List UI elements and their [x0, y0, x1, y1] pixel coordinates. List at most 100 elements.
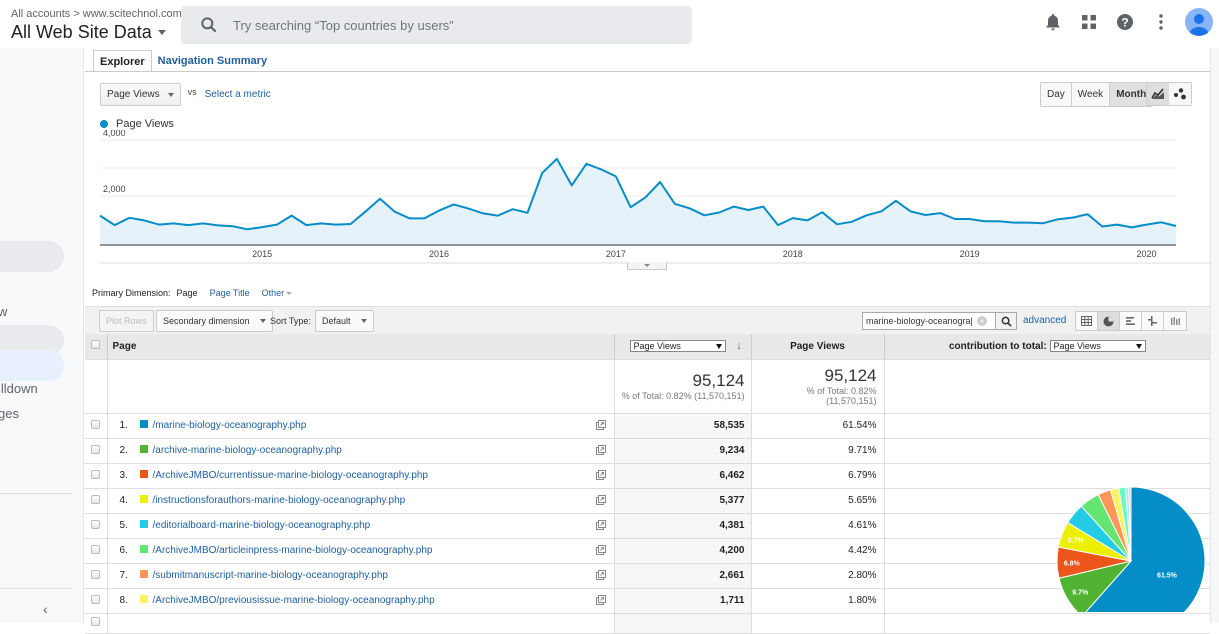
- metric-column-select[interactable]: Page Views: [630, 340, 726, 352]
- contribution-column-header: contribution to total: Page Views: [884, 334, 1210, 359]
- search-box[interactable]: [181, 6, 692, 44]
- row-checkbox[interactable]: [91, 545, 100, 554]
- contribution-label: contribution to total:: [949, 341, 1047, 352]
- percentage-view-button[interactable]: [1098, 312, 1120, 330]
- tab-navigation-summary[interactable]: Navigation Summary: [152, 50, 273, 72]
- series-color-swatch: [140, 470, 148, 478]
- motion-chart-icon: [1173, 88, 1187, 100]
- select-all-checkbox[interactable]: [91, 340, 100, 349]
- sidebar-item-overview[interactable]: w: [0, 304, 7, 319]
- sidebar-item-drilldown[interactable]: illdown: [0, 381, 38, 396]
- legend-dot-icon: [100, 120, 108, 128]
- series-color-swatch: [140, 420, 148, 428]
- open-page-icon[interactable]: [596, 520, 606, 530]
- page-views-value: 5,377: [614, 488, 751, 513]
- plot-rows-button[interactable]: Plot Rows: [99, 310, 154, 332]
- secondary-dimension-select[interactable]: Secondary dimension: [156, 310, 273, 332]
- row-checkbox-cell: [85, 463, 107, 488]
- page-link[interactable]: /ArchiveJMBO/previousissue-marine-biolog…: [153, 595, 435, 606]
- more-vert-icon[interactable]: [1151, 12, 1171, 32]
- advanced-filter-link[interactable]: advanced: [1023, 315, 1066, 326]
- page-link[interactable]: /archive-marine-biology-oceanography.php: [153, 445, 342, 456]
- open-page-icon[interactable]: [596, 570, 606, 580]
- collapse-sidebar-icon[interactable]: ‹: [43, 601, 48, 617]
- page-link[interactable]: /instructionsforauthors-marine-biology-o…: [153, 495, 406, 506]
- x-tick-label: 2015: [252, 249, 272, 259]
- open-page-icon[interactable]: [596, 495, 606, 505]
- page-link[interactable]: /ArchiveJMBO/articleinpress-marine-biolo…: [153, 545, 433, 556]
- row-checkbox[interactable]: [91, 595, 100, 604]
- chart-collapse-handle[interactable]: [627, 262, 667, 270]
- page-link[interactable]: /editorialboard-marine-biology-oceanogra…: [153, 520, 371, 531]
- percentage-value: 1.80%: [751, 588, 884, 613]
- performance-view-button[interactable]: [1120, 312, 1142, 330]
- apps-icon[interactable]: [1079, 12, 1099, 32]
- page-cell: 4./instructionsforauthors-marine-biology…: [107, 488, 614, 513]
- breadcrumb-property[interactable]: www.scitechnol.com: [83, 8, 182, 20]
- page-link[interactable]: /submitmanuscript-marine-biology-oceanog…: [153, 570, 389, 581]
- sort-descending-icon[interactable]: ↓: [736, 340, 742, 352]
- open-page-icon[interactable]: [596, 420, 606, 430]
- breadcrumb-accounts[interactable]: All accounts: [11, 8, 70, 20]
- percentage-value: 61.54%: [751, 413, 884, 438]
- page-views-column-header[interactable]: Page Views: [751, 334, 884, 359]
- term-cloud-view-button[interactable]: [1164, 312, 1186, 330]
- totals-label-cell: [107, 359, 614, 413]
- notifications-icon[interactable]: [1043, 12, 1063, 32]
- contribution-select[interactable]: Page Views: [1050, 340, 1146, 352]
- open-page-icon[interactable]: [596, 595, 606, 605]
- row-checkbox[interactable]: [91, 495, 100, 504]
- page-link[interactable]: /marine-biology-oceanography.php: [153, 420, 307, 431]
- sidebar-item-active[interactable]: [0, 350, 64, 381]
- account-avatar[interactable]: [1185, 8, 1213, 36]
- sidebar-divider: [0, 493, 72, 494]
- table-filter[interactable]: ×: [862, 312, 996, 330]
- search-input[interactable]: [233, 18, 653, 33]
- total-percentage: % of Total: 0.82% (11,570,151): [615, 391, 745, 401]
- comparison-icon: [1147, 316, 1158, 326]
- granularity-day-button[interactable]: Day: [1041, 83, 1072, 106]
- select-all-cell: [85, 334, 107, 359]
- sidebar-item-pages[interactable]: ges: [0, 406, 19, 421]
- row-checkbox[interactable]: [91, 470, 100, 479]
- chart-legend: Page Views: [100, 118, 174, 130]
- data-table-view-button[interactable]: [1076, 312, 1098, 330]
- dimension-page-title[interactable]: Page Title: [210, 288, 250, 298]
- page-cell: 3. /ArchiveJMBO/currentissue-marine-biolo…: [107, 463, 614, 488]
- page-cell: 5./editorialboard-marine-biology-oceanog…: [107, 513, 614, 538]
- view-selector[interactable]: All Web Site Data: [11, 22, 166, 43]
- line-chart-button[interactable]: [1147, 83, 1169, 105]
- dimension-other[interactable]: Other: [262, 288, 293, 298]
- apply-filter-button[interactable]: [995, 312, 1017, 330]
- metric-select-value: Page Views: [107, 89, 160, 100]
- sort-type-select[interactable]: Default: [315, 310, 374, 332]
- granularity-week-button[interactable]: Week: [1072, 83, 1110, 106]
- comparison-view-button[interactable]: [1142, 312, 1164, 330]
- tab-explorer[interactable]: Explorer: [93, 50, 152, 72]
- row-checkbox[interactable]: [91, 520, 100, 529]
- row-checkbox[interactable]: [91, 445, 100, 454]
- metric-select[interactable]: Page Views: [100, 83, 181, 106]
- breadcrumb[interactable]: All accounts>www.scitechnol.com: [11, 8, 182, 20]
- select-metric-link[interactable]: Select a metric: [205, 89, 271, 100]
- row-checkbox[interactable]: [91, 420, 100, 429]
- sidebar-highlight[interactable]: [0, 241, 64, 272]
- open-page-icon[interactable]: [596, 445, 606, 455]
- open-page-icon[interactable]: [596, 470, 606, 480]
- clear-filter-icon[interactable]: ×: [977, 316, 987, 326]
- line-chart-icon: [1151, 88, 1165, 100]
- dimension-page[interactable]: Page: [177, 288, 198, 298]
- open-page-icon[interactable]: [596, 545, 606, 555]
- motion-chart-button[interactable]: [1169, 83, 1191, 105]
- total-page-views-2: 95,124: [752, 366, 877, 386]
- row-checkbox[interactable]: [91, 617, 100, 626]
- help-icon[interactable]: ?: [1115, 12, 1135, 32]
- table-filter-input[interactable]: [863, 316, 977, 326]
- totals-row: 95,124 % of Total: 0.82% (11,570,151) 95…: [85, 359, 1210, 413]
- row-number: 3.: [120, 470, 138, 481]
- page-cell: [107, 613, 614, 633]
- page-link[interactable]: /ArchiveJMBO/currentissue-marine-biology…: [153, 470, 429, 481]
- row-checkbox[interactable]: [91, 570, 100, 579]
- page-column-header[interactable]: Page: [107, 334, 614, 359]
- chevron-down-icon: [168, 93, 174, 97]
